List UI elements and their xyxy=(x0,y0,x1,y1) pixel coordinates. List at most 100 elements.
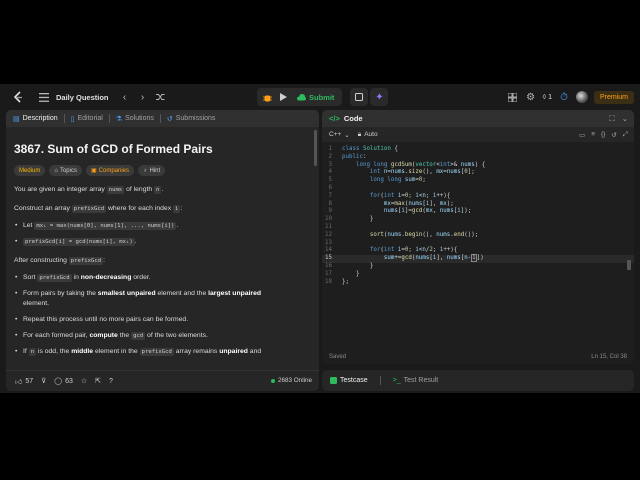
reset-icon[interactable]: ↺ xyxy=(611,131,616,139)
premium-button[interactable]: Premium xyxy=(593,90,634,104)
shuffle-icon[interactable] xyxy=(152,88,170,106)
list-item: Repeat this process until no more pairs … xyxy=(14,315,303,325)
text: of the two elements. xyxy=(145,332,208,339)
like-count: 57 xyxy=(25,377,34,385)
bold-text: middle xyxy=(71,348,94,355)
comments-button[interactable]: ◯ 63 xyxy=(54,377,73,386)
text: and xyxy=(247,348,262,355)
chevron-down-icon[interactable]: ⌄ xyxy=(622,114,628,124)
code-bracket-icon: </> xyxy=(329,114,340,123)
test-result-label: Test Result xyxy=(403,377,439,384)
tab-description-label: Description xyxy=(22,115,58,122)
like-button[interactable]: 👍︎ 57 xyxy=(15,377,33,386)
language-select[interactable]: C++ ⌄ xyxy=(329,131,350,139)
text: where for each index xyxy=(106,205,173,212)
chevron-right-icon[interactable]: › xyxy=(134,88,152,106)
editor-scrollbar[interactable] xyxy=(627,260,631,270)
document-icon: ▤ xyxy=(13,115,20,123)
tab-editorial-label: Editorial xyxy=(77,115,103,122)
ai-sparkle-icon[interactable]: ✦ xyxy=(370,88,389,106)
text: : xyxy=(103,257,105,264)
chevron-left-icon[interactable]: ‹ xyxy=(116,88,134,106)
debug-icon[interactable] xyxy=(261,88,273,106)
fullscreen-icon[interactable]: ⤢ xyxy=(623,131,628,139)
save-status: Saved xyxy=(329,354,347,360)
thumbs-up-icon: 👍︎ xyxy=(15,378,23,386)
difficulty-badge[interactable]: Medium xyxy=(14,165,46,176)
streak-counter[interactable]: ◊ 1 xyxy=(543,94,552,101)
text: . xyxy=(176,222,179,229)
inline-code: prefixGcd xyxy=(139,348,174,356)
timer-icon[interactable]: ⏱ xyxy=(558,88,570,106)
line-number: 9 xyxy=(328,208,333,215)
leetcode-logo-icon[interactable] xyxy=(11,90,25,104)
description-scrollbar[interactable] xyxy=(314,130,317,166)
text: in xyxy=(71,274,81,281)
companies-badge[interactable]: ▣ Companies xyxy=(85,165,135,176)
tab-divider xyxy=(108,114,110,123)
code-editor[interactable]: 1 class Solution { 2 public: 3 long long g… xyxy=(322,142,634,350)
avatar[interactable] xyxy=(575,91,588,103)
line-number: 2 xyxy=(328,153,333,160)
testcase-label: Testcase xyxy=(340,377,368,384)
daily-question-label[interactable]: Daily Question xyxy=(56,93,109,102)
tab-description[interactable]: ▤ Description xyxy=(10,115,61,123)
text: : xyxy=(180,205,183,212)
notes-icon[interactable] xyxy=(350,88,369,106)
dislike-icon[interactable]: ⊽ xyxy=(41,377,46,385)
topics-label: Topics xyxy=(59,167,77,174)
tab-submissions-label: Submissions xyxy=(175,115,216,122)
line-number: 11 xyxy=(325,223,332,230)
text: array remains xyxy=(173,348,220,355)
layout-icon[interactable] xyxy=(507,88,519,106)
terminal-icon: >_ xyxy=(392,377,401,384)
run-icon[interactable] xyxy=(277,88,289,106)
submit-button[interactable]: Submit xyxy=(293,93,338,102)
star-icon[interactable]: ☆ xyxy=(81,377,87,385)
bold-text: compute xyxy=(89,332,118,339)
inline-code: prefixGcd[i] = gcd(nums[i], mxᵢ) xyxy=(23,238,135,246)
tab-testcase[interactable]: Testcase xyxy=(330,377,368,384)
bold-text: non-decreasing xyxy=(80,274,132,281)
flask-icon: ⚗ xyxy=(115,115,123,123)
tab-solutions[interactable]: ⚗ Solutions xyxy=(113,115,157,123)
auto-mode-toggle[interactable]: 🔒︎ Auto xyxy=(358,131,378,139)
format-icon[interactable]: ≡ xyxy=(591,131,595,139)
help-icon[interactable]: ? xyxy=(109,378,113,385)
text: Sort xyxy=(23,274,38,281)
tab-divider xyxy=(63,114,65,123)
line-number: 7 xyxy=(328,192,333,199)
hint-badge[interactable]: ♁ Hint xyxy=(138,165,166,176)
text: If xyxy=(23,348,29,355)
lock-icon: 🔒︎ xyxy=(357,130,362,138)
braces-icon[interactable]: {} xyxy=(601,131,605,139)
code-status-bar: Saved Ln 15, Col 38 xyxy=(322,350,634,364)
share-icon[interactable]: ⇱ xyxy=(95,377,101,385)
tab-test-result[interactable]: >_ Test Result xyxy=(393,377,439,384)
tag-icon: ⌂ xyxy=(54,167,58,174)
inline-code: nums xyxy=(106,186,125,194)
list-item: For each formed pair, compute the gcd of… xyxy=(14,331,303,341)
app-window: Daily Question ‹ › Submit ✦ ⚙ ◊ 1 ⏱ Prem… xyxy=(0,84,640,393)
line-number: 14 xyxy=(325,247,332,254)
settings-gear-icon[interactable]: ⚙ xyxy=(525,88,537,106)
problem-list-icon[interactable] xyxy=(35,88,53,106)
inline-code: prefixGcd xyxy=(68,257,104,265)
book-icon: ▯ xyxy=(70,115,75,123)
text: of length xyxy=(124,186,155,193)
text: element and the xyxy=(155,290,209,297)
companies-label: Companies xyxy=(98,167,130,174)
streak-count: 1 xyxy=(548,93,552,101)
panel-tabs: ▤ Description ▯ Editorial ⚗ Solutions ↺ … xyxy=(6,110,319,127)
topics-badge[interactable]: ⌂ Topics xyxy=(49,165,82,176)
list-item: prefixGcd[i] = gcd(nums[i], mxᵢ). xyxy=(14,237,303,247)
expand-icon[interactable]: ⛶ xyxy=(609,114,614,124)
line-number: 10 xyxy=(325,216,332,223)
hint-label: Hint xyxy=(149,167,161,174)
bookmark-icon[interactable]: ▭ xyxy=(579,131,585,139)
submit-label: Submit xyxy=(309,92,335,102)
text: You are given an integer array xyxy=(14,186,107,193)
tab-submissions[interactable]: ↺ Submissions xyxy=(164,115,219,123)
fire-icon: ◊ xyxy=(542,93,547,101)
tab-editorial[interactable]: ▯ Editorial xyxy=(68,115,106,123)
